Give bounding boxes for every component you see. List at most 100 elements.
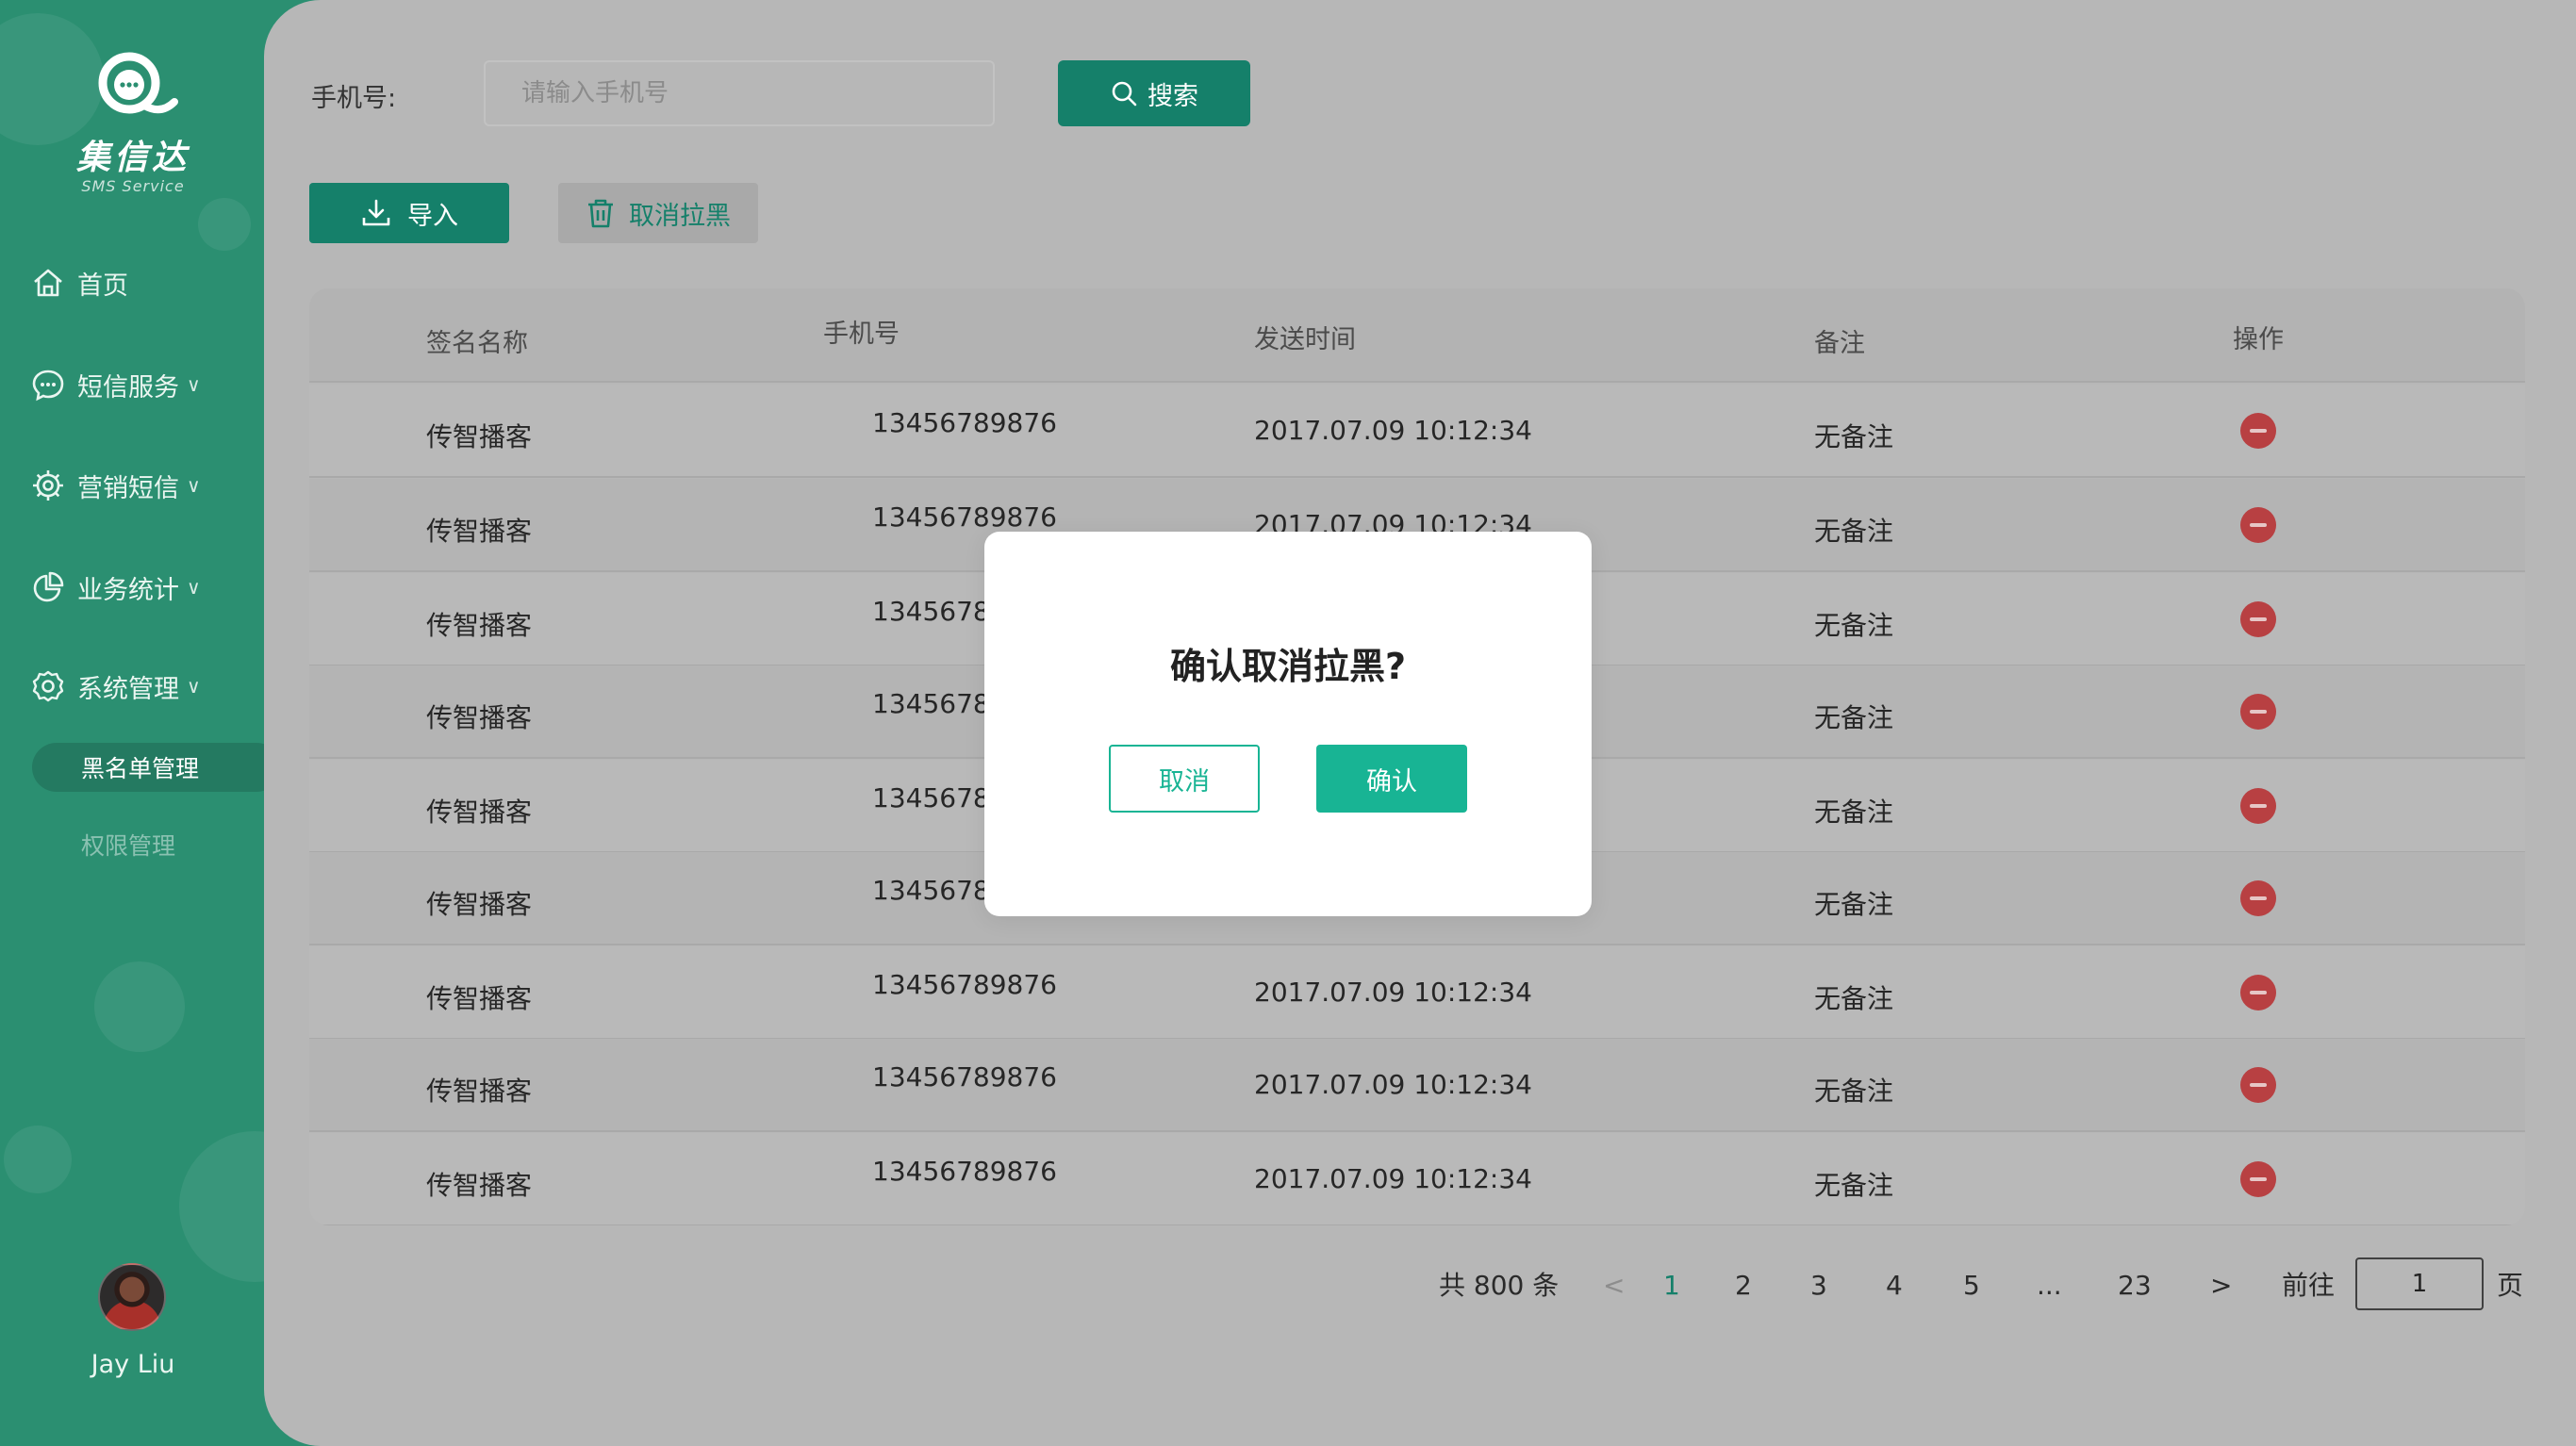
remove-circle-icon[interactable] [2240, 788, 2276, 824]
search-icon [1112, 81, 1137, 107]
cell-phone: 13456789876 [872, 1061, 1057, 1093]
sidebar-item-label: 营销短信 [77, 473, 179, 503]
sidebar-item-label: 短信服务 [77, 372, 179, 403]
chevron-down-icon: ∨ [187, 474, 201, 497]
dialog-title: 确认取消拉黑? [1169, 646, 1407, 687]
app-root: 集信达 SMS Service 首页 短信服务 ∨ 营销短信 ∨ 业务统计 ∨ … [0, 0, 2576, 1446]
cell-send-time: 2017.07.09 10:12:34 [1254, 415, 1532, 446]
table-row: 传智播客 13456789876 2017.07.09 10:12:34 无备注 [309, 1133, 2525, 1225]
sidebar-subitem-blacklist[interactable]: 黑名单管理 [32, 743, 266, 792]
cell-note: 无备注 [1814, 702, 1894, 733]
cell-sign-name: 传智播客 [426, 889, 533, 920]
decor-bubble [198, 198, 251, 251]
confirm-unblock-dialog: 确认取消拉黑? 取消 确认 [984, 532, 1592, 916]
decor-bubble [4, 1126, 72, 1193]
cell-sign-name: 传智播客 [426, 421, 533, 452]
goto-page-input[interactable]: 1 [2355, 1257, 2484, 1310]
phone-search-input[interactable] [484, 60, 995, 126]
sidebar-item-label: 系统管理 [77, 674, 179, 704]
cell-note: 无备注 [1814, 610, 1894, 641]
page-button-1[interactable]: 1 [1663, 1257, 1680, 1314]
cell-phone: 13456789876 [872, 1156, 1057, 1187]
pagination: 共 800 条 < 1 2 3 4 5 ... 23 > 前往 1 页 [264, 1257, 2576, 1314]
cell-phone: 13456789876 [872, 501, 1057, 533]
sidebar: 集信达 SMS Service 首页 短信服务 ∨ 营销短信 ∨ 业务统计 ∨ … [0, 0, 266, 1446]
page-unit-label: 页 [2497, 1270, 2524, 1301]
cell-sign-name: 传智播客 [426, 1076, 533, 1107]
prev-page-icon[interactable]: < [1603, 1257, 1625, 1314]
column-header-sign-name: 签名名称 [426, 329, 528, 358]
sidebar-item-label: 业务统计 [77, 575, 179, 605]
settings-icon [32, 670, 64, 702]
pagination-total: 共 800 条 [1439, 1270, 1560, 1301]
remove-circle-icon[interactable] [2240, 880, 2276, 916]
column-header-note: 备注 [1814, 329, 1865, 358]
remove-circle-icon[interactable] [2240, 1161, 2276, 1197]
goto-label: 前往 [2282, 1270, 2336, 1301]
chat-bubble-logo-icon [98, 52, 178, 114]
import-button[interactable]: 导入 [309, 183, 509, 243]
unblock-button[interactable]: 取消拉黑 [558, 183, 758, 243]
unblock-button-label: 取消拉黑 [629, 201, 731, 231]
cell-sign-name: 传智播客 [426, 516, 533, 547]
pie-chart-icon [33, 571, 64, 602]
cell-send-time: 2017.07.09 10:12:34 [1254, 1163, 1532, 1194]
remove-circle-icon[interactable] [2240, 413, 2276, 449]
column-header-send-time: 发送时间 [1254, 325, 1356, 354]
cell-note: 无备注 [1814, 421, 1894, 452]
search-button-label: 搜索 [1148, 81, 1198, 111]
user-name: Jay Liu [91, 1350, 175, 1379]
remove-circle-icon[interactable] [2240, 601, 2276, 637]
cell-note: 无备注 [1814, 516, 1894, 547]
chevron-down-icon: ∨ [187, 675, 201, 698]
marketing-gear-icon [33, 470, 63, 501]
cell-sign-name: 传智播客 [426, 610, 533, 641]
remove-circle-icon[interactable] [2240, 975, 2276, 1011]
download-icon [362, 199, 390, 226]
cell-sign-name: 传智播客 [426, 702, 533, 733]
chat-icon [32, 370, 64, 402]
cell-send-time: 2017.07.09 10:12:34 [1254, 977, 1532, 1008]
search-button[interactable]: 搜索 [1058, 60, 1250, 126]
trash-icon [588, 199, 613, 228]
confirm-button[interactable]: 确认 [1316, 745, 1467, 813]
decor-bubble [179, 1131, 266, 1282]
page-button-5[interactable]: 5 [1963, 1257, 1980, 1314]
column-header-actions: 操作 [2233, 325, 2284, 354]
search-label: 手机号: [311, 84, 397, 113]
sidebar-subitem-permissions[interactable]: 权限管理 [81, 828, 175, 862]
sidebar-item-label: 首页 [77, 271, 128, 301]
brand-logo[interactable]: 集信达 SMS Service [0, 47, 266, 195]
cell-note: 无备注 [1814, 1076, 1894, 1107]
sidebar-item-business-stats[interactable]: 业务统计 ∨ [30, 564, 201, 611]
decor-bubble [94, 961, 185, 1052]
table-row: 传智播客 13456789876 2017.07.09 10:12:34 无备注 [309, 946, 2525, 1040]
next-page-icon[interactable]: > [2210, 1257, 2232, 1314]
cell-note: 无备注 [1814, 797, 1894, 828]
remove-circle-icon[interactable] [2240, 507, 2276, 543]
remove-circle-icon[interactable] [2240, 694, 2276, 730]
cell-note: 无备注 [1814, 889, 1894, 920]
sidebar-item-home[interactable]: 首页 [30, 259, 128, 306]
sidebar-item-system-management[interactable]: 系统管理 ∨ [30, 663, 201, 710]
chevron-down-icon: ∨ [187, 373, 201, 396]
page-button-2[interactable]: 2 [1735, 1257, 1752, 1314]
page-ellipsis[interactable]: ... [2037, 1257, 2062, 1314]
cell-note: 无备注 [1814, 983, 1894, 1014]
cancel-button[interactable]: 取消 [1109, 745, 1260, 813]
avatar[interactable] [98, 1263, 166, 1331]
sidebar-item-marketing-sms[interactable]: 营销短信 ∨ [30, 462, 201, 509]
remove-circle-icon[interactable] [2240, 1067, 2276, 1103]
cell-phone: 13456789876 [872, 407, 1057, 438]
page-button-4[interactable]: 4 [1886, 1257, 1903, 1314]
page-button-3[interactable]: 3 [1810, 1257, 1827, 1314]
page-button-23[interactable]: 23 [2118, 1257, 2152, 1314]
cell-sign-name: 传智播客 [426, 983, 533, 1014]
table-header: 签名名称 手机号 发送时间 备注 操作 [309, 288, 2525, 383]
sidebar-subitem-label: 黑名单管理 [81, 755, 200, 782]
brand-name: 集信达 [75, 139, 190, 177]
brand-subtitle: SMS Service [81, 177, 185, 195]
sidebar-item-sms-service[interactable]: 短信服务 ∨ [30, 361, 201, 408]
cell-note: 无备注 [1814, 1170, 1894, 1201]
cell-phone: 13456789876 [872, 969, 1057, 1000]
